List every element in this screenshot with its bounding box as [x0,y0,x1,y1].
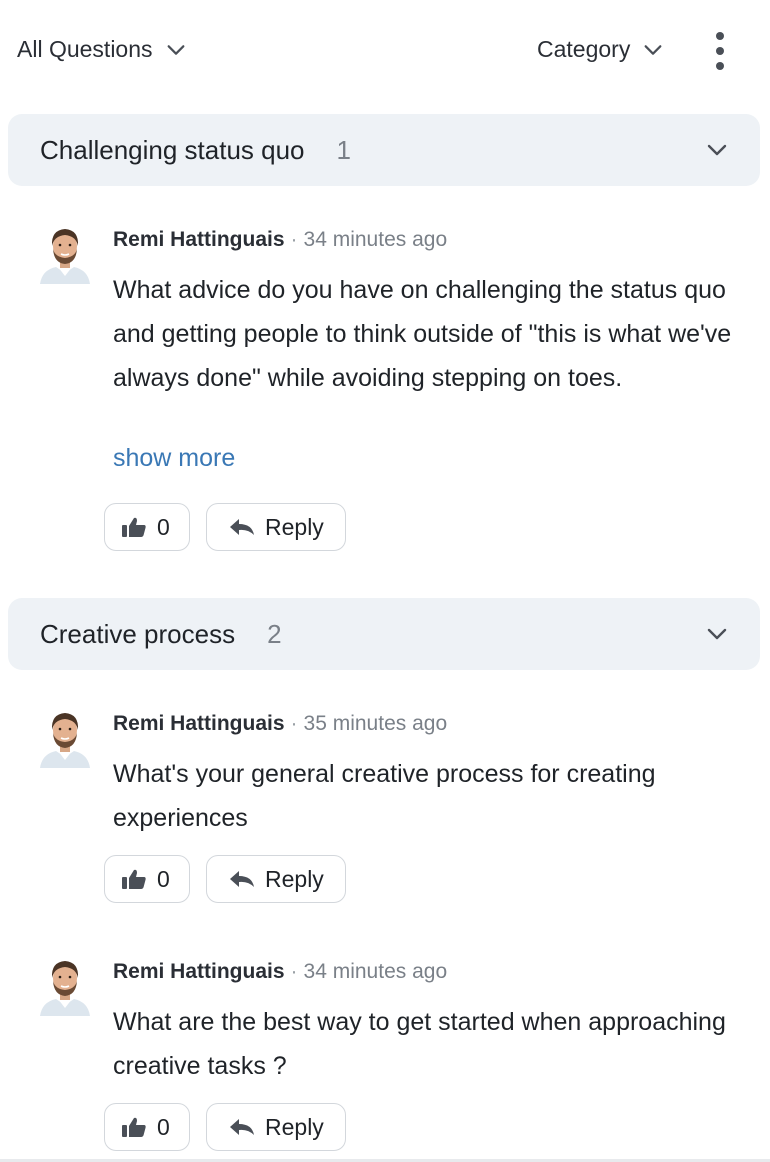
reply-label: Reply [265,865,324,892]
like-count: 0 [157,1113,170,1140]
question-meta: Remi Hattinguais · 35 minutes ago [113,712,447,736]
timestamp: 35 minutes ago [303,712,448,735]
separator-dot: · [290,712,298,735]
question-text: What's your general creative process for… [113,760,656,832]
like-count: 0 [157,513,170,540]
group-header-challenging-status-quo[interactable]: Challenging status quo 1 [8,114,760,186]
reply-button[interactable]: Reply [206,855,346,903]
reply-button[interactable]: Reply [206,503,346,551]
reply-label: Reply [265,513,324,540]
top-toolbar: All Questions Category [0,0,770,100]
like-button[interactable]: 0 [104,855,190,903]
thumbs-up-icon [121,1116,147,1138]
reply-label: Reply [265,1113,324,1140]
group-title: Challenging status quo [40,134,305,165]
author-name: Remi Hattinguais [113,712,285,735]
group-count: 1 [336,134,351,165]
category-label: Category [537,36,631,62]
reply-button[interactable]: Reply [206,1103,346,1151]
question-text: What are the best way to get started whe… [113,1008,726,1080]
thumbs-up-icon [121,516,147,538]
thumbs-up-icon [121,868,147,890]
avatar [38,224,92,284]
question-meta: Remi Hattinguais · 34 minutes ago [113,960,447,984]
group-header-creative-process[interactable]: Creative process 2 [8,598,760,670]
group-title: Creative process [40,618,236,649]
timestamp: 34 minutes ago [303,960,448,983]
like-button[interactable]: 0 [104,503,190,551]
like-count: 0 [157,865,170,892]
avatar [38,708,92,768]
avatar [38,956,92,1016]
category-dropdown[interactable]: Category [537,36,664,63]
author-name: Remi Hattinguais [113,960,285,983]
reply-icon [229,1116,255,1138]
separator-dot: · [290,960,298,983]
chevron-down-icon [642,39,664,61]
reply-icon [229,516,255,538]
like-button[interactable]: 0 [104,1103,190,1151]
timestamp: 34 minutes ago [303,228,448,251]
more-options-icon[interactable] [709,32,731,70]
all-questions-dropdown[interactable]: All Questions [17,36,187,63]
chevron-down-icon[interactable] [704,138,730,162]
show-more-link[interactable]: show more [113,444,235,473]
group-count: 2 [267,618,282,649]
chevron-down-icon[interactable] [704,622,730,646]
reply-icon [229,868,255,890]
question-meta: Remi Hattinguais · 34 minutes ago [113,228,447,252]
author-name: Remi Hattinguais [113,228,285,251]
chevron-down-icon [165,39,187,61]
separator-dot: · [290,228,298,251]
all-questions-label: All Questions [17,36,153,62]
question-text: What advice do you have on challenging t… [113,276,732,392]
